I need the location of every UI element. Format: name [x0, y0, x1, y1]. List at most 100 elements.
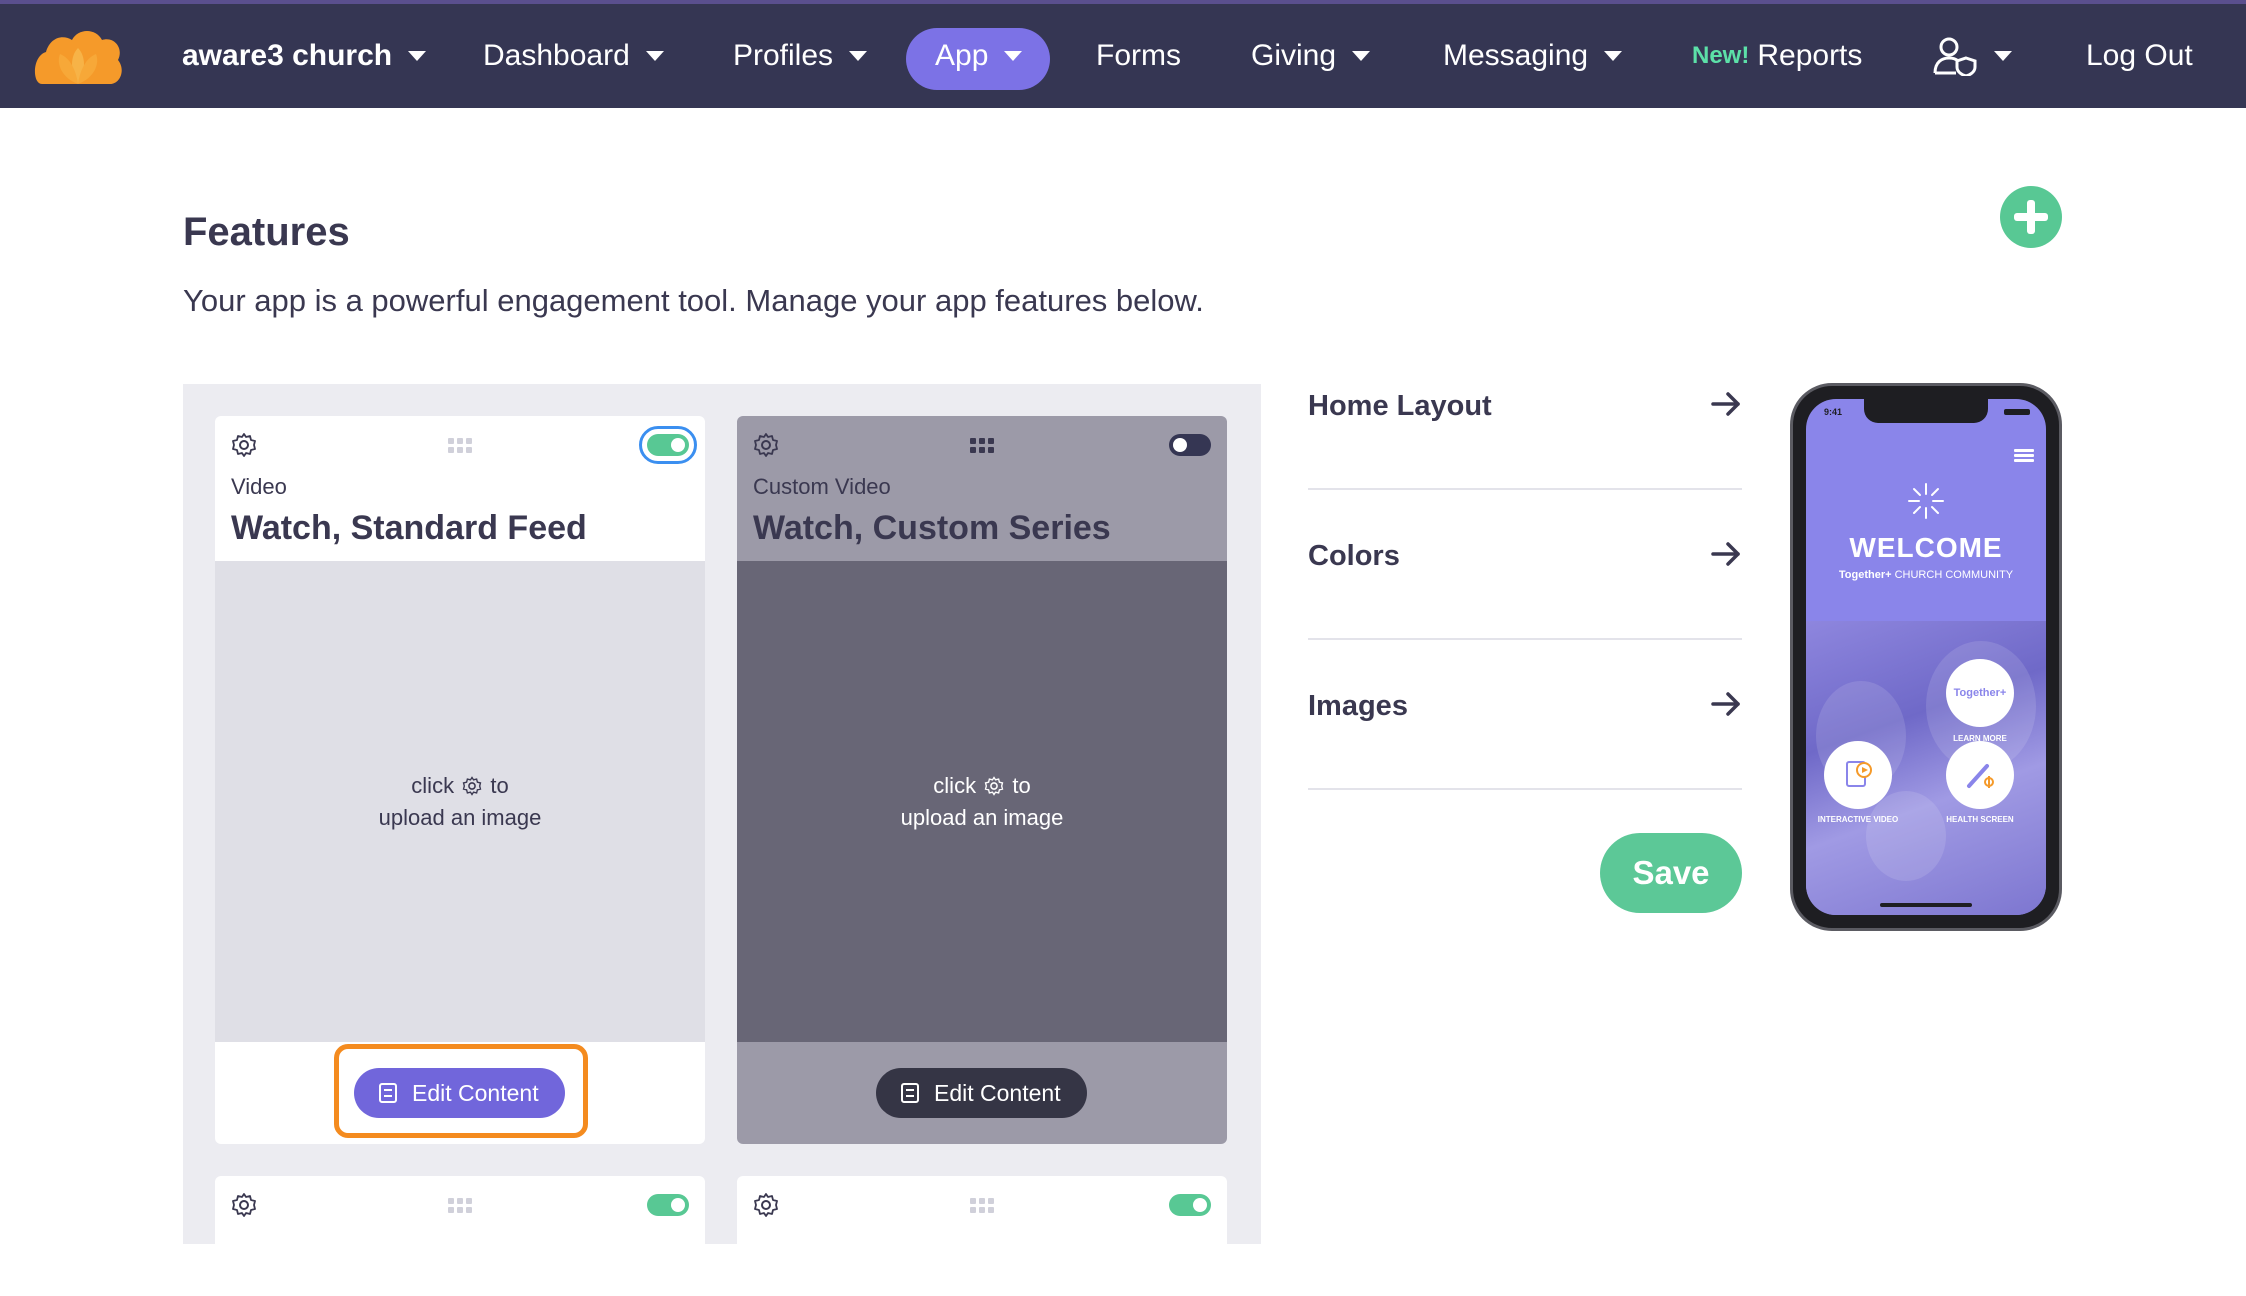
- nav-reports[interactable]: New! Reports: [1692, 4, 1862, 108]
- toggle-knob: [671, 1198, 685, 1212]
- nav-forms[interactable]: Forms: [1096, 4, 1181, 108]
- health-screen-tile: [1946, 741, 2014, 809]
- new-badge: New!: [1692, 42, 1750, 69]
- chevron-down-icon: [1004, 51, 1023, 61]
- upload-hint-to: to: [490, 772, 509, 798]
- feature-type: Custom Video: [753, 474, 891, 499]
- feature-image-placeholder[interactable]: click to upload an image: [215, 561, 705, 1042]
- feature-card-header: Custom Video Watch, Custom Series: [737, 416, 1227, 561]
- nav-giving-label: Giving: [1251, 39, 1337, 72]
- nav-giving[interactable]: Giving: [1251, 4, 1371, 108]
- interactive-video-caption: INTERACTIVE VIDEO: [1817, 815, 1899, 824]
- upload-hint-line2: upload an image: [378, 804, 542, 830]
- feature-card-header: [215, 1176, 705, 1296]
- gear-icon[interactable]: [753, 1192, 779, 1218]
- features-panel: Video Watch, Standard Feed click to uplo…: [183, 384, 1261, 1296]
- edit-content-button[interactable]: Edit Content: [876, 1068, 1087, 1118]
- nav-messaging-label: Messaging: [1443, 39, 1589, 72]
- grip-icon[interactable]: [448, 1198, 472, 1214]
- feature-card-footer: Edit Content: [737, 1042, 1227, 1142]
- feature-title: Watch, Standard Feed: [231, 509, 587, 547]
- nav-dashboard[interactable]: Dashboard: [483, 4, 664, 108]
- menu-icon: [2014, 449, 2034, 463]
- tagline-rest: CHURCH COMMUNITY: [1894, 569, 2014, 581]
- nav-dashboard-label: Dashboard: [483, 39, 630, 72]
- nav-logout[interactable]: Log Out: [2086, 4, 2193, 108]
- feature-card-custom-video: Custom Video Watch, Custom Series click …: [737, 416, 1227, 1144]
- church-name: aware3 church: [182, 39, 393, 72]
- arrow-right-icon: [1711, 542, 1740, 566]
- feature-enabled-toggle[interactable]: [647, 434, 689, 456]
- document-icon: [901, 1083, 919, 1103]
- thermometer-icon: [1967, 764, 1994, 788]
- grip-icon[interactable]: [448, 438, 472, 454]
- feature-card: [737, 1176, 1227, 1296]
- together-badge: Together+: [1946, 659, 2014, 727]
- setting-home-layout-label: Home Layout: [1308, 390, 1492, 422]
- feature-image-placeholder[interactable]: click to upload an image: [737, 561, 1227, 1042]
- user-shield-icon: [1933, 37, 1977, 76]
- video-icon: [1846, 761, 1872, 787]
- grip-icon[interactable]: [970, 438, 994, 454]
- nav-reports-label: Reports: [1757, 39, 1863, 72]
- nav-app-label: App: [935, 39, 989, 72]
- upload-hint: click to upload an image: [379, 770, 542, 834]
- home-indicator: [1880, 903, 1972, 907]
- nav-logout-label: Log Out: [2086, 39, 2193, 72]
- grip-icon[interactable]: [970, 1198, 994, 1214]
- setting-images[interactable]: Images: [1308, 640, 1742, 790]
- feature-card-header: Video Watch, Standard Feed: [215, 416, 705, 561]
- feature-card-header: [737, 1176, 1227, 1296]
- church-switcher[interactable]: aware3 church: [182, 4, 427, 108]
- logo-icon[interactable]: [32, 26, 124, 88]
- health-screen-caption: HEALTH SCREEN: [1946, 815, 2014, 824]
- gear-icon[interactable]: [231, 1192, 257, 1218]
- together-badge-label: Together+: [1953, 687, 2007, 699]
- upload-hint: click to upload an image: [901, 770, 1064, 834]
- account-menu[interactable]: [1932, 4, 2012, 108]
- setting-colors-label: Colors: [1308, 540, 1400, 572]
- add-feature-button[interactable]: [2000, 186, 2062, 248]
- document-icon: [379, 1083, 397, 1103]
- gear-icon[interactable]: [231, 432, 257, 458]
- save-button[interactable]: Save: [1600, 833, 1742, 913]
- nav-app[interactable]: App: [935, 4, 1023, 108]
- toggle-knob: [1193, 1198, 1207, 1212]
- chevron-down-icon: [1994, 51, 2012, 61]
- edit-content-button[interactable]: Edit Content: [354, 1068, 565, 1118]
- setting-colors[interactable]: Colors: [1308, 490, 1742, 640]
- nav-messaging[interactable]: Messaging: [1443, 4, 1623, 108]
- feature-enabled-toggle[interactable]: [1169, 1194, 1211, 1216]
- nav-forms-label: Forms: [1096, 39, 1181, 72]
- chevron-down-icon: [849, 51, 868, 61]
- phone-screen: 9:41 WELCOME Together+ CHURCH COMMUNITY …: [1806, 399, 2046, 915]
- feature-type: Video: [231, 474, 287, 499]
- feature-enabled-toggle[interactable]: [1169, 434, 1211, 456]
- burst-logo-icon: [1908, 483, 1944, 519]
- setting-images-label: Images: [1308, 690, 1408, 722]
- upload-hint-click: click: [933, 772, 977, 798]
- chevron-down-icon: [1604, 51, 1623, 61]
- edit-content-label: Edit Content: [934, 1079, 1061, 1106]
- top-navigation: aware3 church Dashboard Profiles App For…: [0, 0, 2246, 108]
- chevron-down-icon: [408, 51, 427, 61]
- feature-card-footer: Edit Content: [215, 1042, 705, 1142]
- upload-hint-to: to: [1012, 772, 1031, 798]
- battery-icon: [2004, 409, 2030, 415]
- upload-hint-line2: upload an image: [900, 804, 1064, 830]
- edit-content-label: Edit Content: [412, 1079, 539, 1106]
- nav-profiles[interactable]: Profiles: [733, 4, 868, 108]
- toggle-knob: [1173, 438, 1187, 452]
- phone-notch: [1864, 399, 1988, 423]
- welcome-heading: WELCOME: [1849, 532, 2003, 563]
- feature-enabled-toggle[interactable]: [647, 1194, 689, 1216]
- gear-icon[interactable]: [753, 432, 779, 458]
- setting-home-layout[interactable]: Home Layout: [1308, 340, 1742, 490]
- arrow-right-icon: [1711, 392, 1740, 416]
- gear-icon: [462, 775, 482, 796]
- upload-hint-click: click: [411, 772, 455, 798]
- page-title: Features: [183, 210, 350, 254]
- chevron-down-icon: [1352, 51, 1371, 61]
- gear-icon: [984, 775, 1004, 796]
- status-time: 9:41: [1824, 407, 1843, 417]
